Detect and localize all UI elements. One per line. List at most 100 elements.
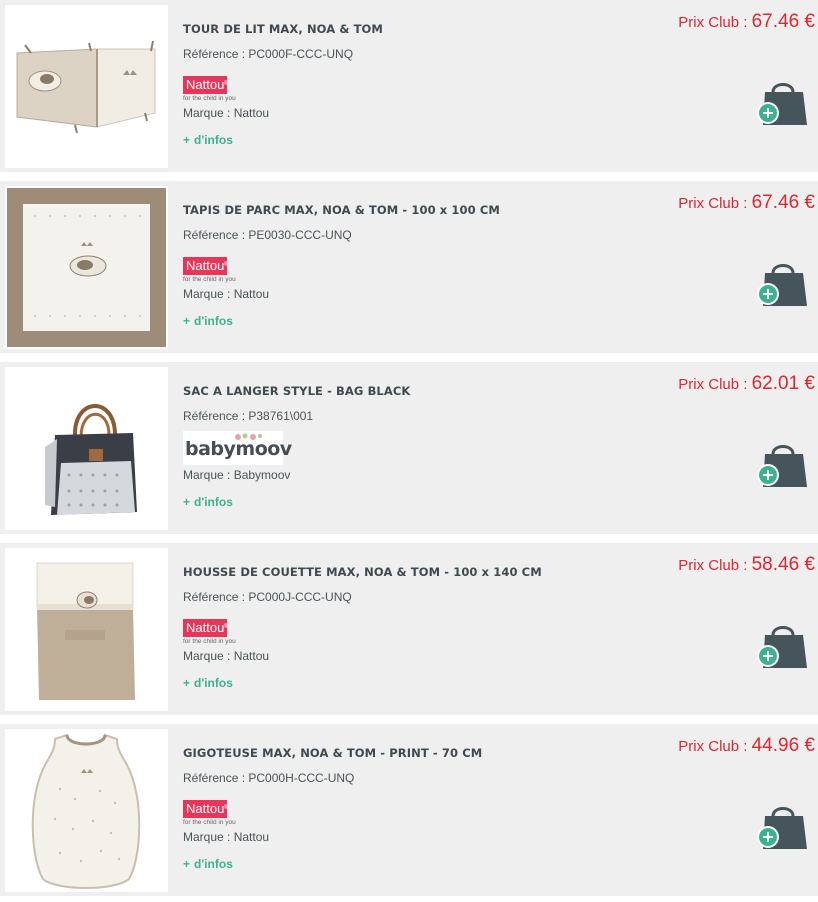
nattou-logo: Nattou ® for the child in you	[183, 800, 279, 830]
product-price: Prix Club : 67.46 €	[678, 192, 815, 214]
price-label: Prix Club :	[678, 14, 752, 31]
product-brand: Marque : Nattou	[183, 649, 269, 663]
more-info-link[interactable]: + d'infos	[183, 857, 233, 871]
reference-value: PC000F-CCC-UNQ	[248, 47, 354, 61]
plus-icon: +	[183, 495, 191, 509]
product-reference: Référence : P38761\001	[183, 409, 313, 423]
product-image-cot-bumper[interactable]	[5, 5, 168, 168]
brand-label: Marque :	[183, 649, 234, 663]
more-info-label: d'infos	[194, 314, 233, 328]
reference-label: Référence :	[183, 409, 249, 423]
add-to-cart-button[interactable]	[753, 802, 811, 852]
price-label: Prix Club :	[678, 376, 752, 393]
nattou-logo-tagline: for the child in you	[183, 276, 236, 283]
product-image-duvet-cover[interactable]	[5, 548, 168, 711]
product-brand: Marque : Nattou	[183, 830, 269, 844]
more-info-link[interactable]: + d'infos	[183, 133, 233, 147]
product-image-playpen-mat[interactable]	[5, 186, 168, 349]
babymoov-logo: babymoov	[183, 431, 292, 465]
add-to-cart-button[interactable]	[753, 259, 811, 309]
brand-value: Nattou	[233, 106, 270, 120]
shopping-bag-add-icon	[757, 445, 807, 487]
nattou-logo-tagline: for the child in you	[183, 95, 236, 102]
product-row: TOUR DE LIT MAX, NOA & TOM Référence : P…	[0, 0, 818, 172]
add-to-cart-button[interactable]	[753, 440, 811, 490]
plus-icon: +	[183, 133, 191, 147]
product-image-sleeping-bag[interactable]	[5, 729, 168, 892]
more-info-link[interactable]: + d'infos	[183, 676, 233, 690]
nattou-logo-text: Nattou	[186, 77, 225, 92]
product-row: HOUSSE DE COUETTE MAX, NOA & TOM - 100 x…	[0, 543, 818, 715]
product-reference: Référence : PC000H-CCC-UNQ	[183, 771, 354, 785]
plus-icon: +	[183, 857, 191, 871]
product-reference: Référence : PC000J-CCC-UNQ	[183, 590, 352, 604]
product-row: GIGOTEUSE MAX, NOA & TOM - PRINT - 70 CM…	[0, 724, 818, 896]
price-label: Prix Club :	[678, 195, 752, 212]
shopping-bag-add-icon	[757, 264, 807, 306]
reference-label: Référence :	[183, 228, 249, 242]
product-price: Prix Club : 44.96 €	[678, 735, 815, 757]
more-info-label: d'infos	[194, 133, 233, 147]
price-value: 58.46 €	[751, 554, 815, 575]
product-row: SAC A LANGER STYLE - BAG BLACK Référence…	[0, 362, 818, 534]
more-info-label: d'infos	[194, 495, 233, 509]
more-info-link[interactable]: + d'infos	[183, 314, 233, 328]
nattou-logo-tagline: for the child in you	[183, 638, 236, 645]
product-price: Prix Club : 67.46 €	[678, 11, 815, 33]
price-value: 67.46 €	[751, 11, 815, 32]
product-brand: Marque : Babymoov	[183, 468, 290, 482]
nattou-logo: Nattou ® for the child in you	[183, 619, 279, 649]
product-image-changing-bag[interactable]	[5, 367, 168, 530]
shopping-bag-add-icon	[757, 626, 807, 668]
brand-label: Marque :	[183, 106, 234, 120]
reference-value: PC000H-CCC-UNQ	[248, 771, 355, 785]
plus-icon: +	[183, 314, 191, 328]
brand-label: Marque :	[183, 287, 234, 301]
nattou-logo-text: Nattou	[186, 258, 225, 273]
product-row: TAPIS DE PARC MAX, NOA & TOM - 100 x 100…	[0, 181, 818, 353]
brand-value: Nattou	[233, 287, 270, 301]
more-info-link[interactable]: + d'infos	[183, 495, 233, 509]
add-to-cart-button[interactable]	[753, 621, 811, 671]
nattou-logo: Nattou ® for the child in you	[183, 76, 279, 106]
product-reference: Référence : PC000F-CCC-UNQ	[183, 47, 353, 61]
reference-label: Référence :	[183, 47, 249, 61]
nattou-logo-mark: ®	[223, 81, 229, 87]
brand-value: Nattou	[233, 649, 270, 663]
brand-value: Nattou	[233, 830, 270, 844]
price-label: Prix Club :	[678, 557, 752, 574]
price-value: 44.96 €	[751, 735, 815, 756]
price-value: 62.01 €	[751, 373, 815, 394]
brand-value: Babymoov	[233, 468, 291, 482]
reference-value: PC000J-CCC-UNQ	[248, 590, 352, 604]
nattou-logo-mark: ®	[223, 262, 229, 268]
product-title[interactable]: GIGOTEUSE MAX, NOA & TOM - PRINT - 70 CM	[183, 746, 482, 760]
reference-label: Référence :	[183, 590, 249, 604]
nattou-logo-mark: ®	[223, 624, 229, 630]
product-price: Prix Club : 62.01 €	[678, 373, 815, 395]
plus-icon: +	[183, 676, 191, 690]
product-title[interactable]: SAC A LANGER STYLE - BAG BLACK	[183, 384, 410, 398]
price-value: 67.46 €	[751, 192, 815, 213]
brand-label: Marque :	[183, 468, 234, 482]
babymoov-logo-text: babymoov	[185, 438, 292, 460]
product-title[interactable]: HOUSSE DE COUETTE MAX, NOA & TOM - 100 x…	[183, 565, 542, 579]
product-reference: Référence : PE0030-CCC-UNQ	[183, 228, 352, 242]
reference-label: Référence :	[183, 771, 249, 785]
brand-label: Marque :	[183, 830, 234, 844]
product-brand: Marque : Nattou	[183, 287, 269, 301]
reference-value: PE0030-CCC-UNQ	[248, 228, 352, 242]
nattou-logo-text: Nattou	[186, 620, 225, 635]
nattou-logo: Nattou ® for the child in you	[183, 257, 279, 287]
product-list: TOUR DE LIT MAX, NOA & TOM Référence : P…	[0, 0, 818, 896]
product-brand: Marque : Nattou	[183, 106, 269, 120]
product-title[interactable]: TOUR DE LIT MAX, NOA & TOM	[183, 22, 383, 36]
add-to-cart-button[interactable]	[753, 78, 811, 128]
product-title[interactable]: TAPIS DE PARC MAX, NOA & TOM - 100 x 100…	[183, 203, 500, 217]
nattou-logo-text: Nattou	[186, 801, 225, 816]
product-price: Prix Club : 58.46 €	[678, 554, 815, 576]
shopping-bag-add-icon	[757, 807, 807, 849]
more-info-label: d'infos	[194, 857, 233, 871]
more-info-label: d'infos	[194, 676, 233, 690]
shopping-bag-add-icon	[757, 83, 807, 125]
